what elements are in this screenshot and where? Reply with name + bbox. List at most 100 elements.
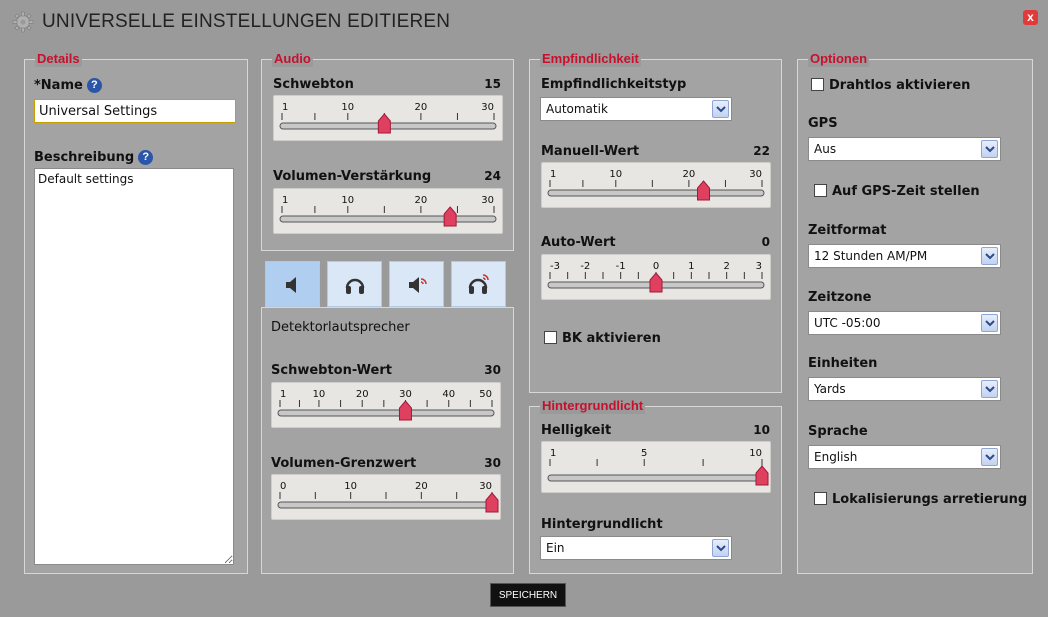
name-label-text: *Name [34,78,83,93]
close-button[interactable]: x [1023,10,1038,25]
slider-thumb[interactable] [485,492,499,513]
slider-tick-label: 40 [442,389,455,400]
zeitzone-value: UTC -05:00 [814,316,881,330]
slider-tick-label: 20 [415,195,428,206]
auto-wert-slider[interactable]: -3 -2 -1 0 1 2 3 [541,254,771,300]
chevron-down-icon [716,545,726,552]
gps-zeit-checkbox[interactable] [814,184,827,197]
slider-tick-label: 20 [356,389,369,400]
schwebton-label: Schwebton [273,77,354,92]
slider-thumb[interactable] [377,113,391,134]
volumen-slider[interactable]: 1 10 20 30 [273,188,503,234]
manuell-wert-slider[interactable]: 1 10 20 30 [541,162,771,208]
slider-track [277,501,495,509]
einheiten-select[interactable]: Yards [808,377,1001,401]
slider-thumb[interactable] [755,465,769,486]
slider-tick-label: 10 [609,169,622,180]
detector-heading: Detektorlautsprecher [271,320,410,335]
slider-graphic: 1 10 20 30 40 50 [277,389,495,421]
zeitformat-value: 12 Stunden AM/PM [814,249,928,263]
slider-tick-label: 30 [481,102,494,113]
slider-tick-label: 10 [344,481,357,492]
slider-graphic: 0 10 20 30 [277,481,499,513]
tab-headphones-wireless[interactable] [451,261,506,307]
drahtlos-checkbox-row[interactable]: Drahtlos aktivieren [811,78,970,93]
chevron-down-icon [985,253,995,260]
gear-icon [12,11,34,33]
zeitformat-select[interactable]: 12 Stunden AM/PM [808,244,1001,268]
gps-zeit-checkbox-row[interactable]: Auf GPS-Zeit stellen [814,184,980,199]
volumen-value: 24 [484,169,501,183]
lokalisierung-checkbox[interactable] [814,492,827,505]
drahtlos-label: Drahtlos aktivieren [829,78,971,93]
schwebton-wert-slider[interactable]: 1 10 20 30 40 50 [271,382,501,428]
einheiten-value: Yards [814,382,846,396]
zeitzone-select[interactable]: UTC -05:00 [808,311,1001,335]
tab-headphones[interactable] [327,261,382,307]
sprache-select[interactable]: English [808,445,1001,469]
slider-tick-label: 20 [415,102,428,113]
slider-thumb[interactable] [697,180,711,201]
tab-speaker[interactable] [265,261,320,307]
helligkeit-label: Helligkeit [541,423,612,438]
drahtlos-checkbox[interactable] [811,78,824,91]
description-textarea[interactable]: Default settings [34,168,234,565]
hintergrundlicht-select-label: Hintergrundlicht [541,517,663,532]
dropdown-button[interactable] [712,100,729,118]
slider-tick-label: 1 [550,448,556,459]
gps-select[interactable]: Aus [808,137,1001,161]
headphones-wireless-icon [468,274,489,294]
lokalisierung-checkbox-row[interactable]: Lokalisierungs arretierung [814,492,1027,507]
slider-graphic: 1 5 10 [547,448,769,486]
manuell-wert-value: 22 [753,144,770,158]
slider-tick-label: 1 [282,195,288,206]
dropdown-button[interactable] [981,140,998,158]
einheiten-label: Einheiten [808,356,878,371]
slider-tick-label: 30 [399,389,412,400]
slider-graphic: 1 10 20 30 [279,195,497,227]
dropdown-button[interactable] [981,380,998,398]
chevron-down-icon [985,320,995,327]
bk-checkbox[interactable] [544,331,557,344]
hintergrundlicht-select[interactable]: Ein [540,536,732,560]
dropdown-button[interactable] [712,539,729,557]
slider-tick-label: 5 [641,448,647,459]
slider-tick-label: 30 [749,169,762,180]
bk-checkbox-row[interactable]: BK aktivieren [544,331,661,346]
bk-label: BK aktivieren [562,331,661,346]
optionen-legend: Optionen [808,51,870,67]
detector-panel [261,307,514,574]
slider-thumb[interactable] [443,206,457,227]
schwebton-slider[interactable]: 1 10 20 30 [273,95,503,141]
help-icon[interactable]: ? [138,150,154,165]
slider-thumb[interactable] [398,400,412,421]
dropdown-button[interactable] [981,314,998,332]
chevron-down-icon [716,106,726,113]
empfindlichkeitstyp-select[interactable]: Automatik [540,97,732,121]
description-label: Beschreibung? [34,150,154,165]
chevron-down-icon [985,386,995,393]
slider-graphic: 1 10 20 30 [547,169,765,201]
auto-wert-label: Auto-Wert [541,235,616,250]
speaker-icon [286,277,296,293]
help-icon[interactable]: ? [86,78,102,93]
dropdown-button[interactable] [981,247,998,265]
slider-tick-label: 30 [479,481,492,492]
speaker-wireless-icon [409,277,427,293]
slider-tick-label: 20 [415,481,428,492]
tab-speaker-wireless[interactable] [389,261,444,307]
slider-tick-label: 10 [341,102,354,113]
slider-tick-label: 1 [282,102,288,113]
details-legend: Details [35,51,82,67]
helligkeit-slider[interactable]: 1 5 10 [541,441,771,493]
slider-tick-label: 30 [481,195,494,206]
name-input[interactable] [34,99,236,123]
slider-tick-label: 1 [280,389,286,400]
dropdown-button[interactable] [981,448,998,466]
slider-thumb[interactable] [649,272,663,293]
gps-zeit-label: Auf GPS-Zeit stellen [832,184,980,199]
chevron-down-icon [985,146,995,153]
sprache-label: Sprache [808,424,868,439]
save-button[interactable]: SPEICHERN [490,583,566,607]
volumen-grenzwert-slider[interactable]: 0 10 20 30 [271,474,501,520]
